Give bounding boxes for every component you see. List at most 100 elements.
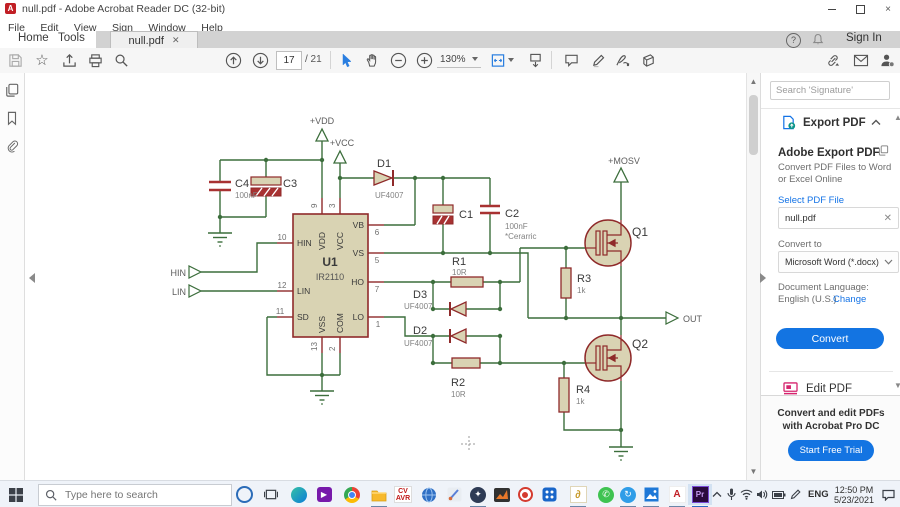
hand-tool-button[interactable] [361, 50, 383, 70]
page-scrolling-button[interactable] [524, 50, 546, 70]
clock[interactable]: 12:50 PM 5/23/2021 [830, 481, 878, 507]
previous-page-button[interactable] [222, 50, 244, 70]
page-total-label: / 21 [305, 54, 322, 65]
volume-tray-icon[interactable] [756, 481, 768, 507]
maximize-button[interactable] [846, 0, 874, 18]
microphone-tray-icon[interactable] [727, 481, 736, 507]
share-link-button[interactable] [822, 50, 844, 70]
cortana-icon[interactable] [232, 484, 256, 505]
crosshair-cursor [461, 436, 477, 452]
tray-show-hidden-icons[interactable] [712, 481, 722, 507]
task-view-icon[interactable] [259, 484, 283, 505]
remove-file-icon[interactable]: ✕ [884, 213, 898, 224]
taskbar-icon-gold-app[interactable]: ∂ [566, 484, 590, 507]
taskbar-icon-photos[interactable] [639, 484, 663, 507]
diode-d1 [373, 170, 394, 186]
battery-tray-icon[interactable] [772, 481, 786, 507]
taskbar-search[interactable] [38, 484, 232, 506]
tab-tools[interactable]: Tools [58, 32, 85, 44]
next-page-button[interactable] [249, 50, 271, 70]
taskbar-icon-chrome[interactable] [340, 484, 364, 505]
page-thumbnails-icon[interactable] [5, 83, 19, 97]
action-center-icon[interactable] [882, 481, 895, 507]
document-scrollbar[interactable]: ▲ ▼ [746, 73, 760, 480]
svg-text:LIN: LIN [172, 287, 186, 297]
help-icon[interactable]: ? [786, 33, 801, 48]
main-area: U1 IR2110 HIN LIN SD VB VS HO LO VDD VCC… [0, 73, 900, 481]
export-pdf-panel-title[interactable]: Export PDF [803, 117, 866, 129]
taskbar-icon-design-tool[interactable] [442, 484, 466, 505]
start-free-trial-button[interactable]: Start Free Trial [788, 440, 874, 461]
sign-tool-button[interactable] [612, 50, 634, 70]
fit-width-button[interactable] [489, 50, 515, 70]
pencil-tool-button[interactable] [587, 50, 609, 70]
taskbar-search-input[interactable] [63, 488, 217, 502]
convert-button[interactable]: Convert [776, 328, 884, 349]
svg-text:100nF: 100nF [235, 191, 258, 200]
window-title: null.pdf - Adobe Acrobat Reader DC (32-b… [22, 3, 226, 15]
circuit-schematic: U1 IR2110 HIN LIN SD VB VS HO LO VDD VCC… [171, 116, 703, 461]
bookmarks-icon[interactable] [5, 111, 19, 126]
chevron-up-icon[interactable] [871, 119, 881, 126]
close-button[interactable]: × [874, 0, 900, 18]
zoom-level-select[interactable]: 130% [437, 51, 481, 68]
save-button[interactable] [4, 50, 26, 70]
scroll-down-icon[interactable]: ▼ [747, 467, 760, 476]
export-description-line1: Convert PDF Files to Word [778, 162, 892, 173]
taskbar-icon-edge[interactable] [287, 484, 311, 505]
notification-bell-icon[interactable] [812, 33, 824, 46]
zoom-out-button[interactable] [387, 50, 409, 70]
stamp-tool-button[interactable] [638, 50, 660, 70]
attachments-icon[interactable] [5, 139, 19, 153]
taskbar-icon-acrobat[interactable]: A [665, 484, 689, 507]
pen-tray-icon[interactable] [790, 481, 801, 507]
share-upload-button[interactable] [58, 50, 80, 70]
tab-close-icon[interactable]: ✕ [172, 35, 180, 46]
comment-tool-button[interactable] [560, 50, 582, 70]
taskbar-icon-shareit[interactable]: ↻ [616, 484, 640, 507]
page-number-input[interactable]: 17 [276, 51, 302, 70]
edit-pdf-panel-title[interactable]: Edit PDF [806, 383, 852, 395]
tab-document[interactable]: null.pdf ✕ [110, 31, 198, 49]
taskbar-icon-media-player[interactable]: ▶ [312, 484, 336, 505]
start-button[interactable] [4, 484, 28, 505]
tools-search-input[interactable] [770, 81, 890, 100]
zoom-in-button[interactable] [413, 50, 435, 70]
scroll-up-icon[interactable]: ▲ [747, 77, 760, 86]
taskbar-icon-matlab[interactable] [490, 484, 514, 505]
profile-button[interactable] [876, 50, 898, 70]
taskbar-icon-premiere[interactable]: Pr [688, 484, 712, 507]
taskbar-icon-blue-grid-app[interactable] [537, 484, 561, 505]
diode-d2 [449, 327, 467, 345]
email-button[interactable] [850, 50, 872, 70]
collapse-left-panel-handle[interactable] [29, 273, 35, 283]
scrollbar-thumb[interactable] [749, 95, 758, 155]
language-indicator[interactable]: ENG [808, 481, 829, 507]
edit-pdf-icon [783, 382, 798, 395]
panel-scroll-down-icon[interactable]: ▼ [894, 381, 900, 390]
taskbar-icon-file-explorer[interactable] [367, 484, 391, 507]
select-tool-button[interactable] [336, 50, 358, 70]
panel-scroll-up-icon[interactable]: ▲ [894, 113, 900, 122]
sign-in-button[interactable]: Sign In [846, 32, 882, 44]
print-button[interactable] [84, 50, 106, 70]
favorite-star-button[interactable]: ☆ [31, 50, 53, 70]
format-dropdown[interactable]: Microsoft Word (*.docx) [778, 251, 899, 273]
minimize-button[interactable] [818, 0, 846, 18]
wifi-tray-icon[interactable] [740, 481, 753, 507]
svg-text:11: 11 [276, 307, 285, 316]
svg-text:5: 5 [375, 256, 380, 265]
taskbar-icon-whatsapp[interactable]: ✆ [594, 484, 618, 505]
select-pdf-file-link[interactable]: Select PDF File [778, 195, 844, 206]
collapse-right-panel-handle[interactable] [760, 273, 766, 283]
find-button[interactable] [110, 50, 132, 70]
copy-icon[interactable] [878, 145, 889, 156]
tab-home[interactable]: Home [18, 32, 49, 44]
change-language-link[interactable]: Change [833, 294, 866, 305]
taskbar-icon-screen-recorder[interactable] [513, 484, 537, 505]
taskbar-icon-proteus[interactable]: ✦ [466, 484, 490, 507]
taskbar-icon-globe-browser[interactable] [417, 484, 441, 505]
taskbar-icon-cvavr[interactable]: CV AVR [391, 484, 415, 505]
selected-file-box[interactable]: null.pdf ✕ [778, 207, 899, 229]
capacitor-c4 [209, 180, 231, 192]
